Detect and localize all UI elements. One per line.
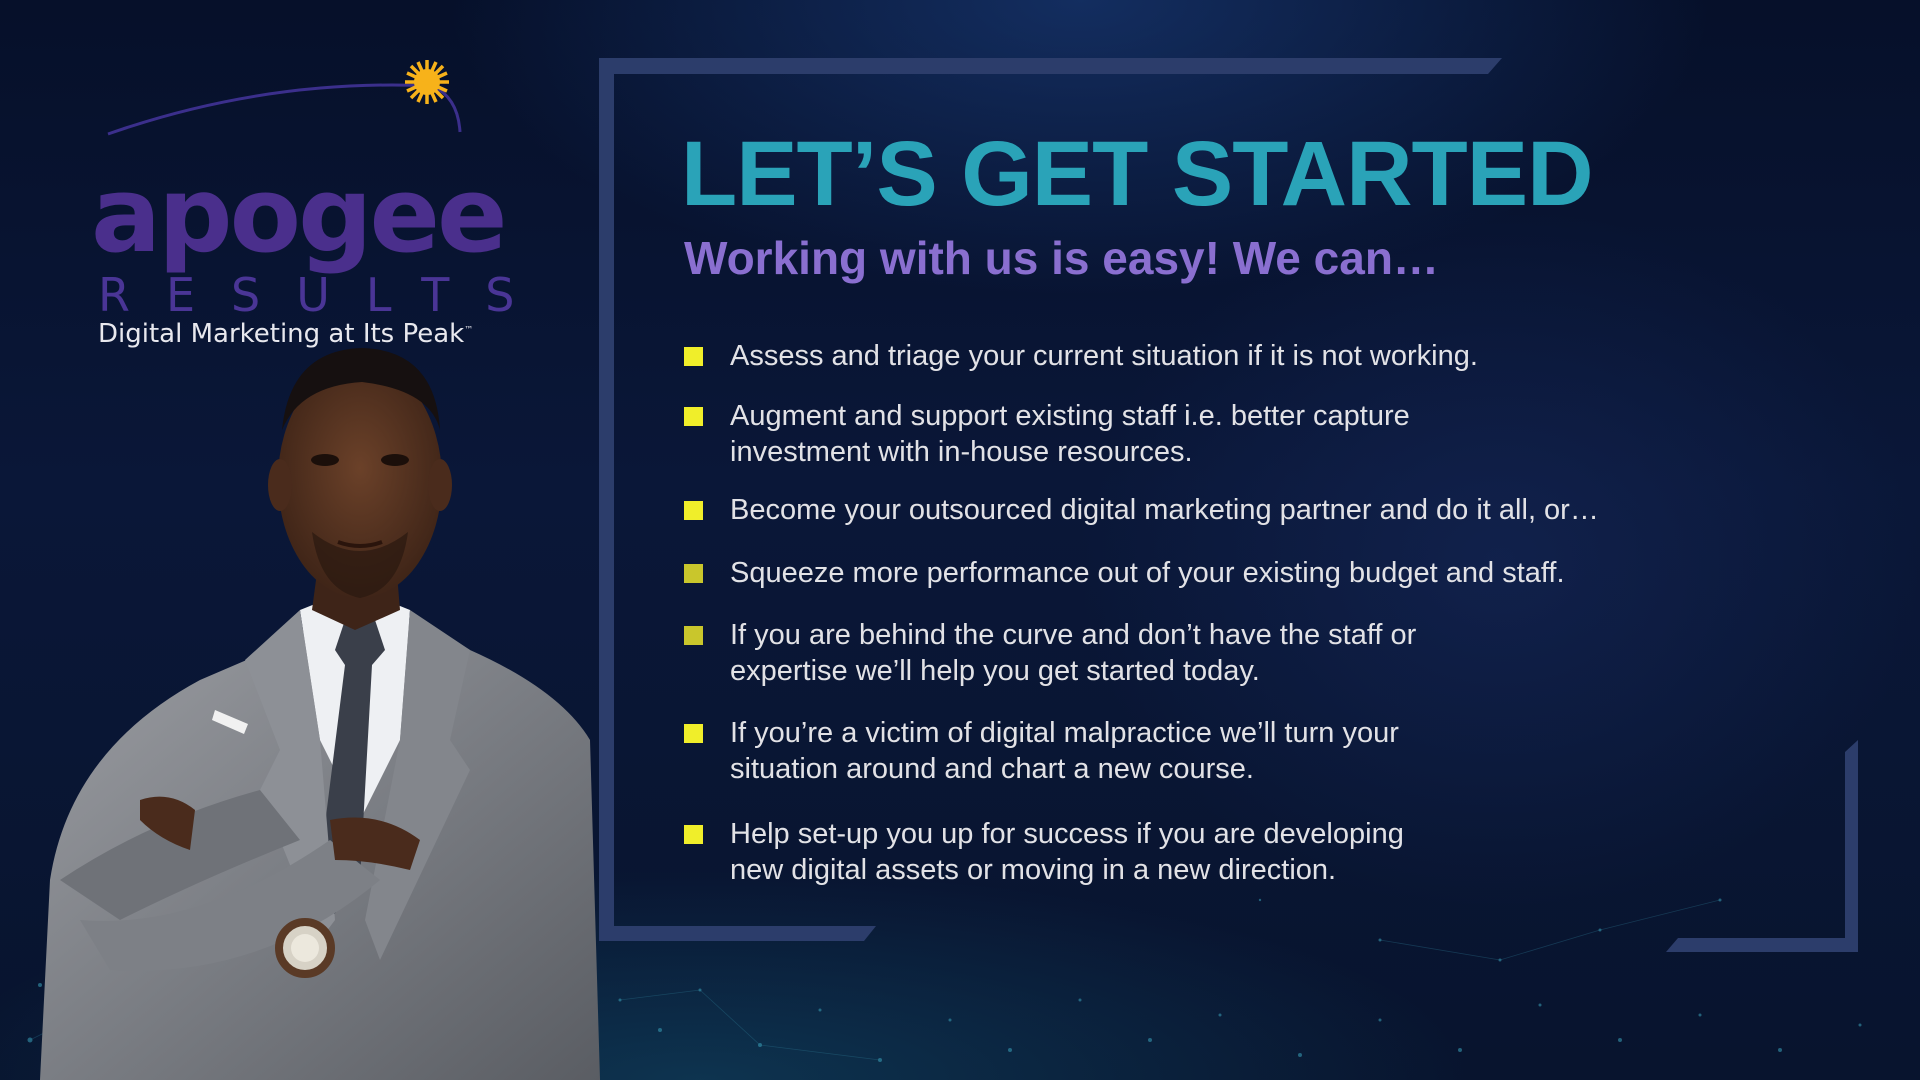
square-bullet-icon xyxy=(684,501,703,520)
sun-icon xyxy=(405,60,449,104)
list-item: If you are behind the curve and don’t ha… xyxy=(684,617,1684,689)
list-item: Squeeze more performance out of your exi… xyxy=(684,555,1684,591)
square-bullet-icon xyxy=(684,626,703,645)
list-item-text: Assess and triage your current situation… xyxy=(730,340,1478,372)
list-item-text: If you’re a victim of digital malpractic… xyxy=(730,717,1399,785)
square-bullet-icon xyxy=(684,407,703,426)
square-bullet-icon xyxy=(684,347,703,366)
square-bullet-icon xyxy=(684,564,703,583)
businessman-photo xyxy=(40,348,600,1080)
square-bullet-icon xyxy=(684,825,703,844)
logo-wordmark: apogee xyxy=(91,154,508,276)
list-item: If you’re a victim of digital malpractic… xyxy=(684,715,1684,787)
list-item-text: Become your outsourced digital marketing… xyxy=(730,494,1599,526)
list-item-text: Help set-up you up for success if you ar… xyxy=(730,818,1404,886)
list-item-text: Squeeze more performance out of your exi… xyxy=(730,557,1565,589)
list-item-text: If you are behind the curve and don’t ha… xyxy=(730,619,1417,687)
logo-results: RESULTS xyxy=(98,268,551,322)
list-item: Augment and support existing staff i.e. … xyxy=(684,398,1684,470)
list-item: Become your outsourced digital marketing… xyxy=(684,492,1684,528)
square-bullet-icon xyxy=(684,724,703,743)
list-item-text: Augment and support existing staff i.e. … xyxy=(730,400,1410,468)
list-item: Assess and triage your current situation… xyxy=(684,338,1684,374)
apogee-logo: apogee RESULTS Digital Marketing at Its … xyxy=(88,58,515,347)
list-item: Help set-up you up for success if you ar… xyxy=(684,816,1684,888)
page-title: LET’S GET STARTED xyxy=(681,123,1594,225)
page-subtitle: Working with us is easy! We can… xyxy=(684,232,1439,284)
